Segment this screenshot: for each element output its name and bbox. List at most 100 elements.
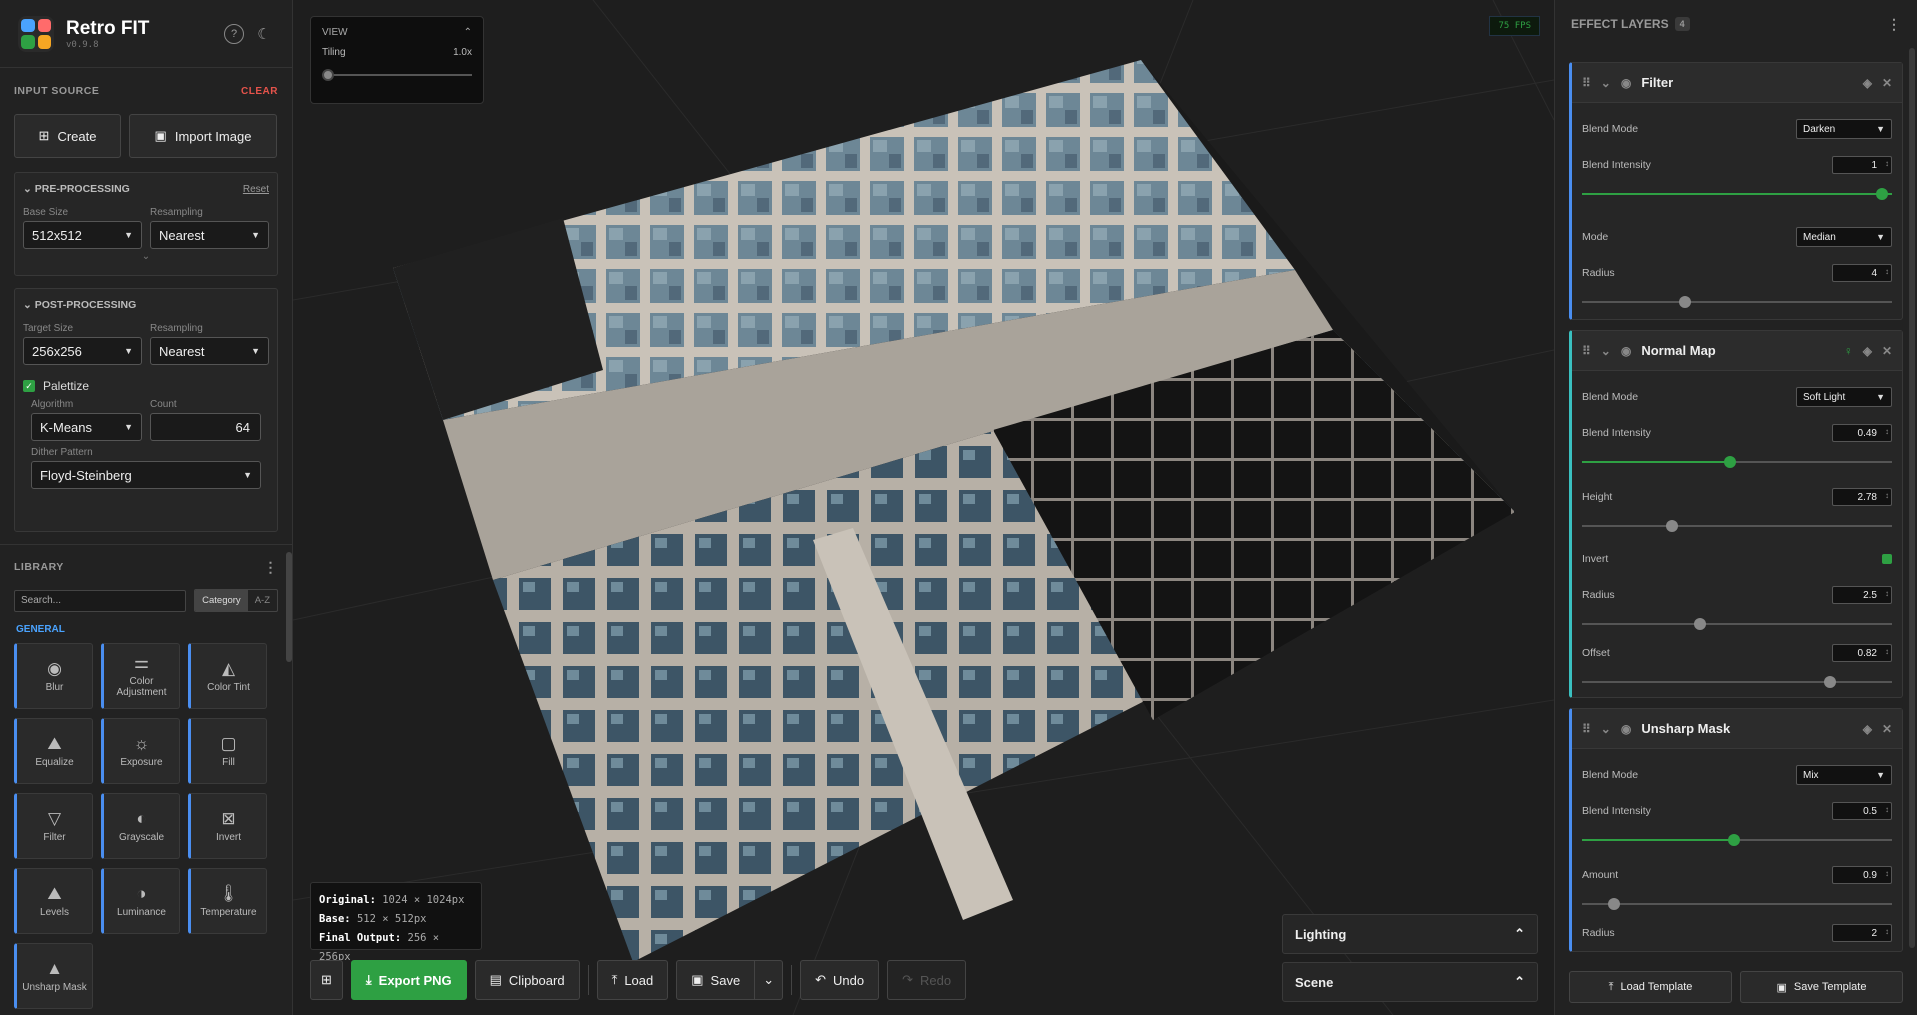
blend-intensity-input[interactable]: 0.49: [1832, 424, 1892, 442]
save-icon: ▣: [1776, 981, 1787, 994]
library-search-input[interactable]: Search...: [14, 589, 187, 612]
library-item-unsharp-mask[interactable]: ▲ Unsharp Mask: [14, 943, 93, 1009]
post-resampling-select[interactable]: Nearest ▼: [150, 337, 269, 365]
save-template-button[interactable]: ▣ Save Template: [1740, 971, 1903, 1003]
blend-intensity-slider[interactable]: [1582, 829, 1892, 851]
target-size-select[interactable]: 256x256 ▼: [23, 337, 142, 365]
height-input[interactable]: 2.78: [1832, 488, 1892, 506]
library-item-color-tint[interactable]: ◭ Color Tint: [188, 643, 267, 709]
tiling-slider[interactable]: [322, 68, 472, 82]
offset-input[interactable]: 0.82: [1832, 644, 1892, 662]
blend-mode-select[interactable]: Soft Light ▼: [1796, 387, 1892, 407]
chevron-down-icon[interactable]: ⌄: [23, 299, 32, 311]
height-slider[interactable]: [1582, 515, 1892, 537]
lightbulb-icon[interactable]: ♀: [1844, 344, 1853, 358]
close-icon[interactable]: ✕: [1882, 722, 1892, 736]
library-item-invert[interactable]: ⊠ Invert: [188, 793, 267, 859]
load-button[interactable]: ⤒ Load: [596, 960, 669, 1000]
library-item-equalize[interactable]: ⛰ Equalize: [14, 718, 93, 784]
library-item-grayscale[interactable]: ◐ Grayscale: [101, 793, 180, 859]
layers-icon[interactable]: ◈: [1863, 344, 1872, 358]
import-image-button[interactable]: ▣ Import Image: [129, 114, 277, 158]
drag-handle-icon[interactable]: ⠿: [1582, 344, 1591, 358]
radius-slider[interactable]: [1582, 291, 1892, 313]
blend-mode-label: Blend Mode: [1582, 123, 1639, 135]
library-grid: ◉ Blur ⚌ Color Adjustment ◭ Color Tint ⛰ Equali…: [0, 643, 292, 1009]
dither-select[interactable]: Floyd-Steinberg ▼: [31, 461, 261, 489]
final-label: Final Output:: [319, 932, 402, 944]
invert-checkbox[interactable]: [1882, 554, 1892, 564]
radius-input[interactable]: 2.5: [1832, 586, 1892, 604]
undo-button[interactable]: ↶ Undo: [800, 960, 880, 1000]
library-item-temperature[interactable]: 🌡 Temperature: [188, 868, 267, 934]
count-input[interactable]: 64: [150, 413, 261, 441]
input-source-title: INPUT SOURCE: [14, 85, 100, 97]
blend-intensity-input[interactable]: 1: [1832, 156, 1892, 174]
reset-button[interactable]: Reset: [243, 184, 269, 195]
algorithm-select[interactable]: K-Means ▼: [31, 413, 142, 441]
clear-button[interactable]: CLEAR: [241, 86, 278, 97]
blend-mode-select[interactable]: Mix ▼: [1796, 765, 1892, 785]
library-item-blur[interactable]: ◉ Blur: [14, 643, 93, 709]
palettize-checkbox[interactable]: ✓ Palettize: [23, 379, 269, 393]
radius-input[interactable]: 4: [1832, 264, 1892, 282]
scene-accordion[interactable]: Scene ⌃: [1282, 962, 1538, 1002]
close-icon[interactable]: ✕: [1882, 76, 1892, 90]
viewport-canvas[interactable]: [293, 0, 1554, 1015]
redo-button[interactable]: ↷ Redo: [887, 960, 967, 1000]
library-item-filter[interactable]: ▽ Filter: [14, 793, 93, 859]
layers-icon[interactable]: ◈: [1863, 76, 1872, 90]
grid-view-button[interactable]: ⊞: [310, 960, 343, 1000]
library-item-color-adjustment[interactable]: ⚌ Color Adjustment: [101, 643, 180, 709]
eye-icon[interactable]: ◉: [1621, 344, 1631, 358]
help-icon[interactable]: ?: [224, 23, 244, 44]
amount-slider[interactable]: [1582, 893, 1892, 915]
chevron-down-icon[interactable]: ⌄: [1601, 344, 1611, 358]
right-scrollbar[interactable]: [1909, 48, 1915, 948]
blend-mode-select[interactable]: Darken ▼: [1796, 119, 1892, 139]
chevron-down-icon[interactable]: ⌄: [1601, 722, 1611, 736]
lighting-accordion[interactable]: Lighting ⌃: [1282, 914, 1538, 954]
more-vertical-icon[interactable]: ⋮: [264, 559, 279, 576]
chevron-up-icon[interactable]: ⌃: [464, 27, 472, 38]
library-item-fill[interactable]: ▢ Fill: [188, 718, 267, 784]
library-item-luminance[interactable]: ◑ Luminance: [101, 868, 180, 934]
blend-intensity-input[interactable]: 0.5: [1832, 802, 1892, 820]
moon-icon[interactable]: ☾: [254, 24, 274, 44]
eye-icon[interactable]: ◉: [1621, 76, 1631, 90]
sort-toggle: Category A-Z: [194, 589, 278, 612]
clipboard-button[interactable]: ▤ Clipboard: [474, 960, 580, 1000]
blend-intensity-slider[interactable]: [1582, 183, 1892, 205]
export-png-button[interactable]: ⤓ Export PNG: [350, 960, 467, 1000]
library-item-exposure[interactable]: ☼ Exposure: [101, 718, 180, 784]
amount-input[interactable]: 0.9: [1832, 866, 1892, 884]
save-dropdown-button[interactable]: ⌄: [755, 960, 784, 1000]
chevron-down-icon[interactable]: ⌄: [23, 183, 32, 195]
close-icon[interactable]: ✕: [1882, 344, 1892, 358]
create-button[interactable]: ⊞ Create: [14, 114, 121, 158]
base-size-select[interactable]: 512x512 ▼: [23, 221, 142, 249]
layers-icon[interactable]: ◈: [1863, 722, 1872, 736]
drag-handle-icon[interactable]: ⠿: [1582, 76, 1591, 90]
radius-input[interactable]: 2: [1832, 924, 1892, 942]
pre-resampling-select[interactable]: Nearest ▼: [150, 221, 269, 249]
expand-chevron-icon[interactable]: ⌄: [23, 251, 269, 262]
blend-mode-label: Blend Mode: [1582, 391, 1639, 403]
more-vertical-icon[interactable]: ⋮: [1887, 16, 1901, 33]
drag-handle-icon[interactable]: ⠿: [1582, 722, 1591, 736]
radius-slider[interactable]: [1582, 613, 1892, 635]
sort-az-button[interactable]: A-Z: [248, 590, 277, 611]
save-button[interactable]: ▣ Save: [676, 960, 756, 1000]
blend-intensity-slider[interactable]: [1582, 451, 1892, 473]
chevron-down-icon[interactable]: ⌄: [1601, 76, 1611, 90]
viewport[interactable]: VIEW ⌃ Tiling 1.0x 75 FPS Original: 1024…: [293, 0, 1554, 1015]
group-label: GENERAL: [16, 624, 65, 635]
eye-icon[interactable]: ◉: [1621, 722, 1631, 736]
mode-select[interactable]: Median ▼: [1796, 227, 1892, 247]
left-scrollbar[interactable]: [286, 552, 292, 662]
offset-slider[interactable]: [1582, 671, 1892, 693]
library-item-levels[interactable]: ⛰ Levels: [14, 868, 93, 934]
sort-category-button[interactable]: Category: [195, 590, 248, 611]
radius-label: Radius: [1582, 927, 1615, 939]
load-template-button[interactable]: ⤒ Load Template: [1569, 971, 1732, 1003]
